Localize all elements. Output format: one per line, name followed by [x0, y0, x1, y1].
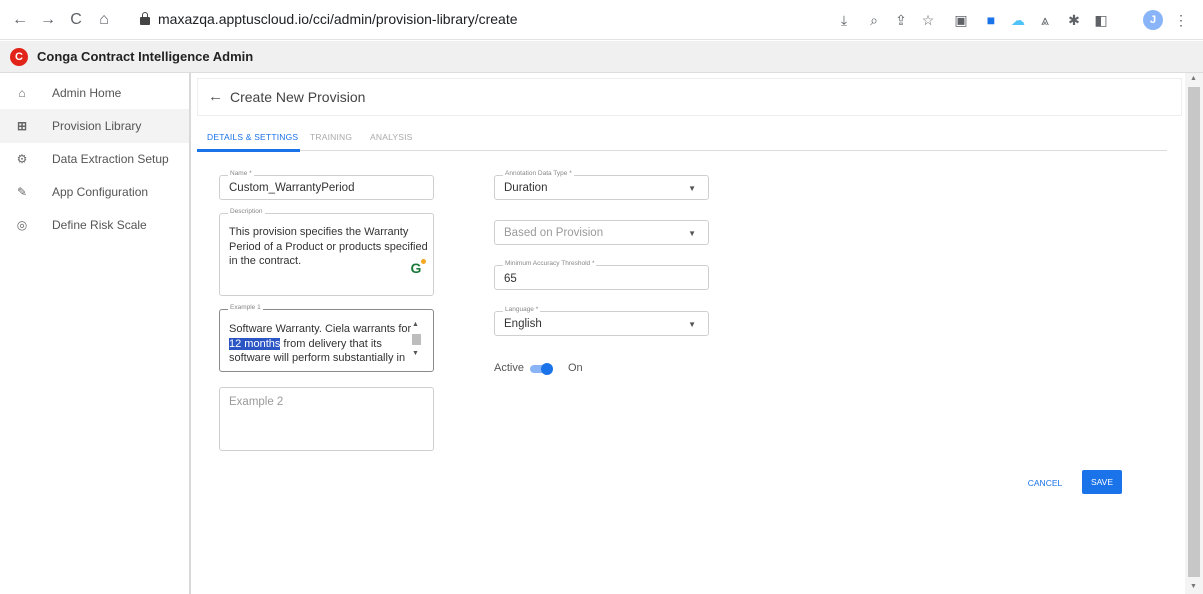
example1-scrollbar[interactable]: ▲ ▼: [411, 321, 422, 361]
wrench-icon: ✎: [16, 185, 28, 199]
example1-field[interactable]: Example 1 Software Warranty. Ciela warra…: [219, 304, 434, 372]
name-field[interactable]: Name * Custom_WarrantyPeriod: [219, 170, 434, 200]
tab-training[interactable]: TRAINING: [310, 132, 352, 142]
sidebar-item-admin-home[interactable]: ⌂ Admin Home: [0, 76, 189, 110]
annotation-data-type-value: Duration: [504, 182, 548, 194]
side-panel-icon[interactable]: ◧: [1090, 9, 1112, 31]
risk-scale-icon: ◎: [16, 218, 28, 232]
sidebar-item-app-configuration[interactable]: ✎ App Configuration: [0, 175, 189, 209]
sidebar: ⌂ Admin Home ⊞ Provision Library ⚙ Data …: [0, 73, 191, 594]
scroll-thumb[interactable]: [1188, 87, 1200, 577]
scroll-down-icon[interactable]: ▼: [1190, 583, 1197, 590]
active-tab-indicator: [197, 149, 300, 152]
zoom-icon[interactable]: ⌕: [863, 9, 885, 31]
description-label: Description: [228, 208, 265, 215]
tab-analysis[interactable]: ANALYSIS: [370, 132, 413, 142]
chevron-down-icon: ▼: [688, 184, 696, 193]
sidebar-item-define-risk-scale[interactable]: ◎ Define Risk Scale: [0, 208, 189, 242]
menu-icon[interactable]: ⋮: [1170, 9, 1192, 31]
sidebar-item-label: Define Risk Scale: [52, 218, 147, 232]
description-value: This provision specifies the Warranty Pe…: [229, 226, 428, 267]
page-header: ← Create New Provision: [197, 78, 1182, 116]
active-toggle[interactable]: [530, 363, 554, 375]
tab-bar: DETAILS & SETTINGS TRAINING ANALYSIS: [197, 125, 1167, 152]
example1-highlight: 12 months: [229, 337, 281, 350]
name-label: Name *: [228, 170, 254, 177]
annotation-data-type-label: Annotation Data Type *: [503, 170, 574, 177]
language-select[interactable]: Language * English ▼: [494, 306, 709, 336]
based-on-provision-placeholder: Based on Provision: [504, 227, 604, 239]
active-state: On: [568, 362, 583, 374]
language-value: English: [504, 318, 542, 330]
example1-value: Software Warranty. Ciela warrants for 12…: [229, 323, 412, 364]
share-icon[interactable]: ⇪: [890, 9, 912, 31]
accuracy-threshold-label: Minimum Accuracy Threshold *: [503, 260, 597, 267]
extension-cloud-icon[interactable]: ☁: [1007, 9, 1029, 31]
sidebar-item-label: Data Extraction Setup: [52, 152, 169, 166]
scroll-up-icon[interactable]: ▲: [1190, 75, 1197, 82]
app-header: C Conga Contract Intelligence Admin: [0, 41, 1203, 73]
scroll-down-icon[interactable]: ▼: [412, 350, 419, 357]
extension-chart-icon[interactable]: ⩓: [1034, 9, 1056, 31]
extension-blue-icon[interactable]: ■: [980, 9, 1002, 31]
reload-icon[interactable]: C: [64, 8, 88, 32]
back-arrow-icon[interactable]: ←: [208, 88, 223, 105]
app-title: Conga Contract Intelligence Admin: [37, 49, 254, 64]
url-text: maxazqa.apptuscloud.io/cci/admin/provisi…: [158, 11, 518, 27]
accuracy-threshold-field[interactable]: Minimum Accuracy Threshold * 65: [494, 260, 709, 290]
page-title: Create New Provision: [230, 89, 366, 105]
sidebar-item-data-extraction-setup[interactable]: ⚙ Data Extraction Setup: [0, 142, 189, 176]
tab-details-settings[interactable]: DETAILS & SETTINGS: [207, 132, 298, 142]
annotation-data-type-select[interactable]: Annotation Data Type * Duration ▼: [494, 170, 709, 200]
install-icon[interactable]: ⤓: [833, 9, 855, 31]
sidebar-item-label: Provision Library: [52, 119, 142, 133]
grammarly-badge-dot: [421, 259, 426, 264]
bookmark-star-icon[interactable]: ☆: [917, 9, 939, 31]
sidebar-item-provision-library[interactable]: ⊞ Provision Library: [0, 109, 189, 143]
save-button[interactable]: SAVE: [1082, 470, 1122, 494]
forward-icon[interactable]: →: [36, 8, 60, 32]
active-label: Active: [494, 362, 524, 374]
description-field[interactable]: Description This provision specifies the…: [219, 208, 434, 296]
based-on-provision-select[interactable]: Based on Provision ▼: [494, 220, 709, 245]
example1-label: Example 1: [228, 304, 263, 311]
example2-placeholder: Example 2: [229, 396, 284, 408]
language-label: Language *: [503, 306, 541, 313]
name-value: Custom_WarrantyPeriod: [229, 182, 355, 194]
cancel-button[interactable]: CANCEL: [1020, 473, 1070, 493]
profile-avatar[interactable]: J: [1143, 10, 1163, 30]
lock-icon: [140, 12, 150, 26]
scroll-up-icon[interactable]: ▲: [412, 321, 419, 328]
library-icon: ⊞: [16, 119, 28, 133]
home-icon[interactable]: ⌂: [92, 8, 116, 32]
extraction-gear-icon: ⚙: [16, 152, 28, 166]
conga-logo: C: [10, 48, 28, 66]
puzzle-icon[interactable]: ✱: [1063, 9, 1085, 31]
sidebar-item-label: Admin Home: [52, 86, 122, 100]
scroll-thumb[interactable]: [412, 334, 421, 345]
sidebar-item-label: App Configuration: [52, 185, 149, 199]
home-icon: ⌂: [18, 86, 26, 100]
page-scrollbar[interactable]: ▲ ▼: [1185, 73, 1203, 594]
chevron-down-icon: ▼: [688, 320, 696, 329]
accuracy-threshold-value: 65: [504, 273, 517, 285]
extension-icon[interactable]: ▣: [950, 9, 972, 31]
browser-toolbar: ← → C ⌂ maxazqa.apptuscloud.io/cci/admin…: [0, 0, 1203, 40]
example2-field[interactable]: Example 2: [219, 387, 434, 451]
back-icon[interactable]: ←: [8, 8, 32, 32]
chevron-down-icon: ▼: [688, 229, 696, 238]
